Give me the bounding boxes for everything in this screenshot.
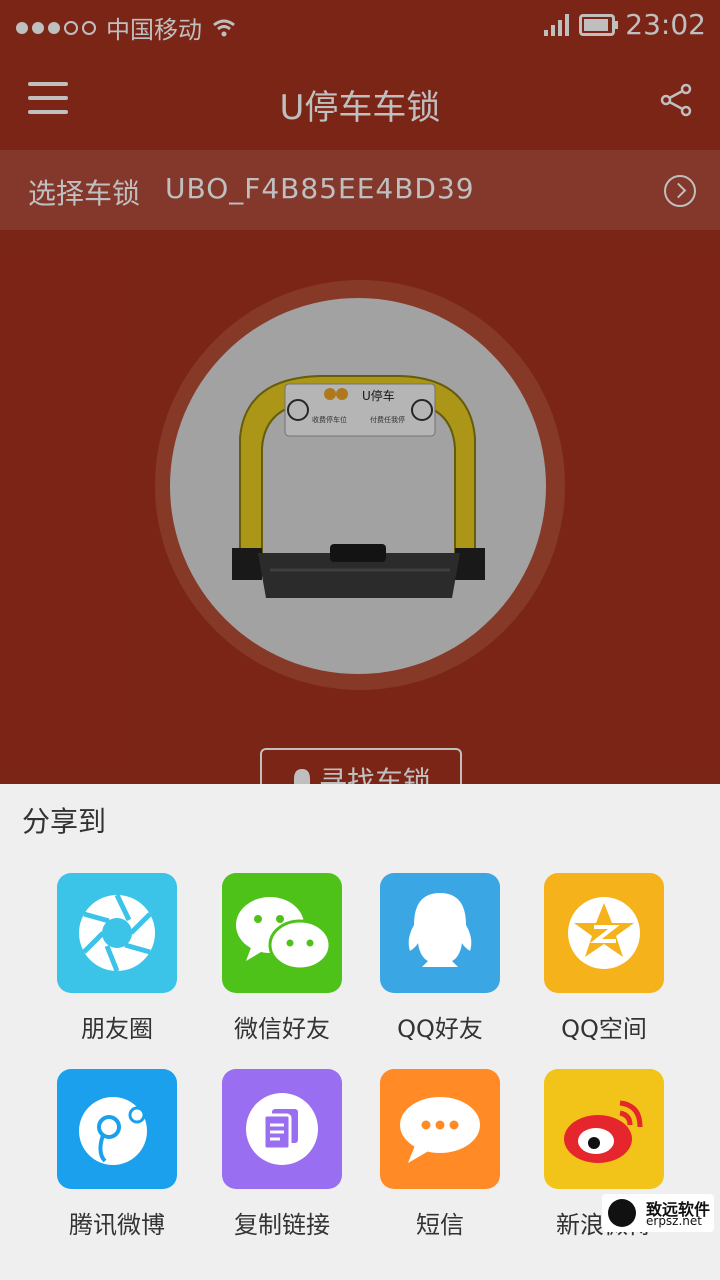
wifi-icon bbox=[213, 19, 235, 36]
sticker-right-text: 付费任我停 bbox=[370, 415, 405, 424]
moments-icon bbox=[57, 873, 177, 993]
watermark-logo-icon bbox=[608, 1199, 636, 1227]
share-label-qzone: QQ空间 bbox=[561, 1015, 647, 1043]
share-moments-button[interactable]: 朋友圈 bbox=[37, 873, 197, 1044]
carrier-name: 中国移动 bbox=[106, 16, 202, 44]
share-sheet-title: 分享到 bbox=[22, 805, 107, 838]
lock-selector[interactable]: 选择车锁 UBO_F4B85EE4BD39 bbox=[0, 150, 720, 230]
parking-lock-image: U停车 收费停车位 付费任我停 bbox=[170, 298, 546, 674]
watermark-site: erpsz.net bbox=[646, 1214, 702, 1228]
share-label-moments: 朋友圈 bbox=[81, 1015, 153, 1043]
selector-label: 选择车锁 bbox=[28, 177, 141, 210]
wechat-icon bbox=[222, 873, 342, 993]
share-tencent-weibo-button[interactable]: 腾讯微博 bbox=[37, 1069, 197, 1240]
selected-lock-id: UBO_F4B85EE4BD39 bbox=[165, 172, 475, 205]
sms-icon bbox=[380, 1069, 500, 1189]
share-qzone-button[interactable]: QQ空间 bbox=[524, 873, 684, 1044]
share-label-copy-link: 复制链接 bbox=[234, 1211, 330, 1239]
signal-dots-icon bbox=[16, 20, 96, 35]
app-toolbar: U停车车锁 bbox=[0, 50, 720, 150]
share-wechat-button[interactable]: 微信好友 bbox=[202, 873, 362, 1044]
cell-signal-icon bbox=[544, 13, 570, 36]
sina-weibo-icon bbox=[544, 1069, 664, 1189]
status-right: 23:02 bbox=[544, 8, 706, 41]
share-label-qq: QQ好友 bbox=[397, 1015, 483, 1043]
parking-lock-illustration: U停车 收费停车位 付费任我停 bbox=[232, 375, 485, 598]
copy-link-icon bbox=[222, 1069, 342, 1189]
share-label-tencent-weibo: 腾讯微博 bbox=[69, 1211, 165, 1239]
clock: 23:02 bbox=[625, 8, 706, 41]
page-title: U停车车锁 bbox=[279, 88, 441, 128]
status-left: 中国移动 bbox=[16, 10, 236, 45]
share-copy-link-button[interactable]: 复制链接 bbox=[202, 1069, 362, 1240]
qq-icon bbox=[380, 873, 500, 993]
share-icon[interactable] bbox=[658, 82, 694, 118]
sticker-left-text: 收费停车位 bbox=[312, 415, 347, 424]
share-label-wechat: 微信好友 bbox=[234, 1015, 330, 1043]
share-qq-button[interactable]: QQ好友 bbox=[360, 873, 520, 1044]
battery-icon bbox=[579, 13, 619, 36]
chevron-right-icon bbox=[664, 175, 696, 207]
tencent-weibo-icon bbox=[57, 1069, 177, 1189]
sticker-brand: U停车 bbox=[362, 388, 395, 403]
share-sms-button[interactable]: 短信 bbox=[360, 1069, 520, 1240]
qzone-icon bbox=[544, 873, 664, 993]
status-bar: 中国移动 23:02 bbox=[0, 0, 720, 50]
site-watermark: 致远软件 erpsz.net bbox=[602, 1194, 714, 1232]
share-label-sms: 短信 bbox=[416, 1211, 464, 1239]
